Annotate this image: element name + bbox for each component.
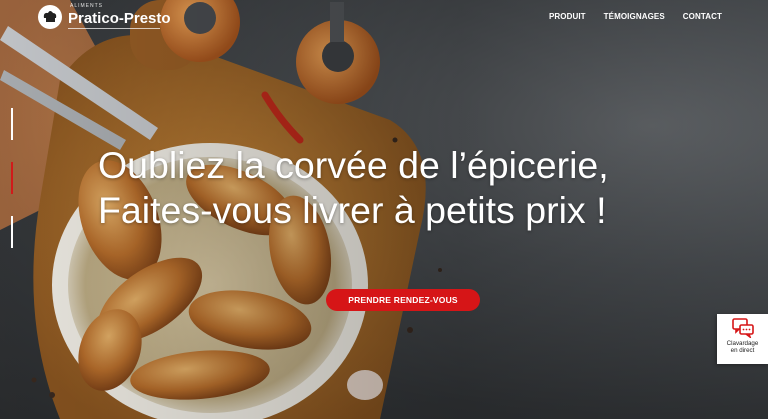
- slide-indicator-3[interactable]: [11, 216, 13, 248]
- book-appointment-button[interactable]: PRENDRE RENDEZ-VOUS: [326, 289, 480, 311]
- hero-headline-line-2: Faites-vous livrer à petits prix !: [98, 189, 607, 231]
- slide-indicator-1[interactable]: [11, 108, 13, 140]
- site-logo[interactable]: ALIMENTS Pratico-Presto: [38, 4, 171, 29]
- logo-underline: [68, 28, 160, 29]
- slide-indicator-2[interactable]: [11, 162, 13, 194]
- logo-tagline: ALIMENTS: [70, 3, 104, 9]
- hero-headline: Oubliez la corvée de l’épicerie, Faites-…: [98, 143, 609, 233]
- nav-link-contact[interactable]: CONTACT: [683, 12, 722, 21]
- live-chat-widget[interactable]: Clavardage en direct: [717, 314, 768, 364]
- nav-link-temoignages[interactable]: TÉMOIGNAGES: [604, 12, 665, 21]
- logo-name: Pratico-Presto: [68, 10, 171, 27]
- chat-bubbles-icon: [731, 318, 754, 338]
- main-nav: PRODUIT TÉMOIGNAGES CONTACT: [549, 12, 722, 21]
- chef-hat-logo-icon: [38, 4, 62, 29]
- nav-link-produit[interactable]: PRODUIT: [549, 12, 586, 21]
- slider-indicators: [11, 108, 13, 270]
- hero-section: ALIMENTS Pratico-Presto PRODUIT TÉMOIGNA…: [0, 0, 768, 419]
- chat-label-line-2: en direct: [730, 347, 755, 354]
- chat-label: Clavardage en direct: [727, 340, 759, 354]
- hero-headline-line-1: Oubliez la corvée de l’épicerie,: [98, 144, 609, 186]
- chat-label-line-1: Clavardage: [726, 340, 759, 347]
- top-navigation-bar: ALIMENTS Pratico-Presto PRODUIT TÉMOIGNA…: [0, 0, 768, 36]
